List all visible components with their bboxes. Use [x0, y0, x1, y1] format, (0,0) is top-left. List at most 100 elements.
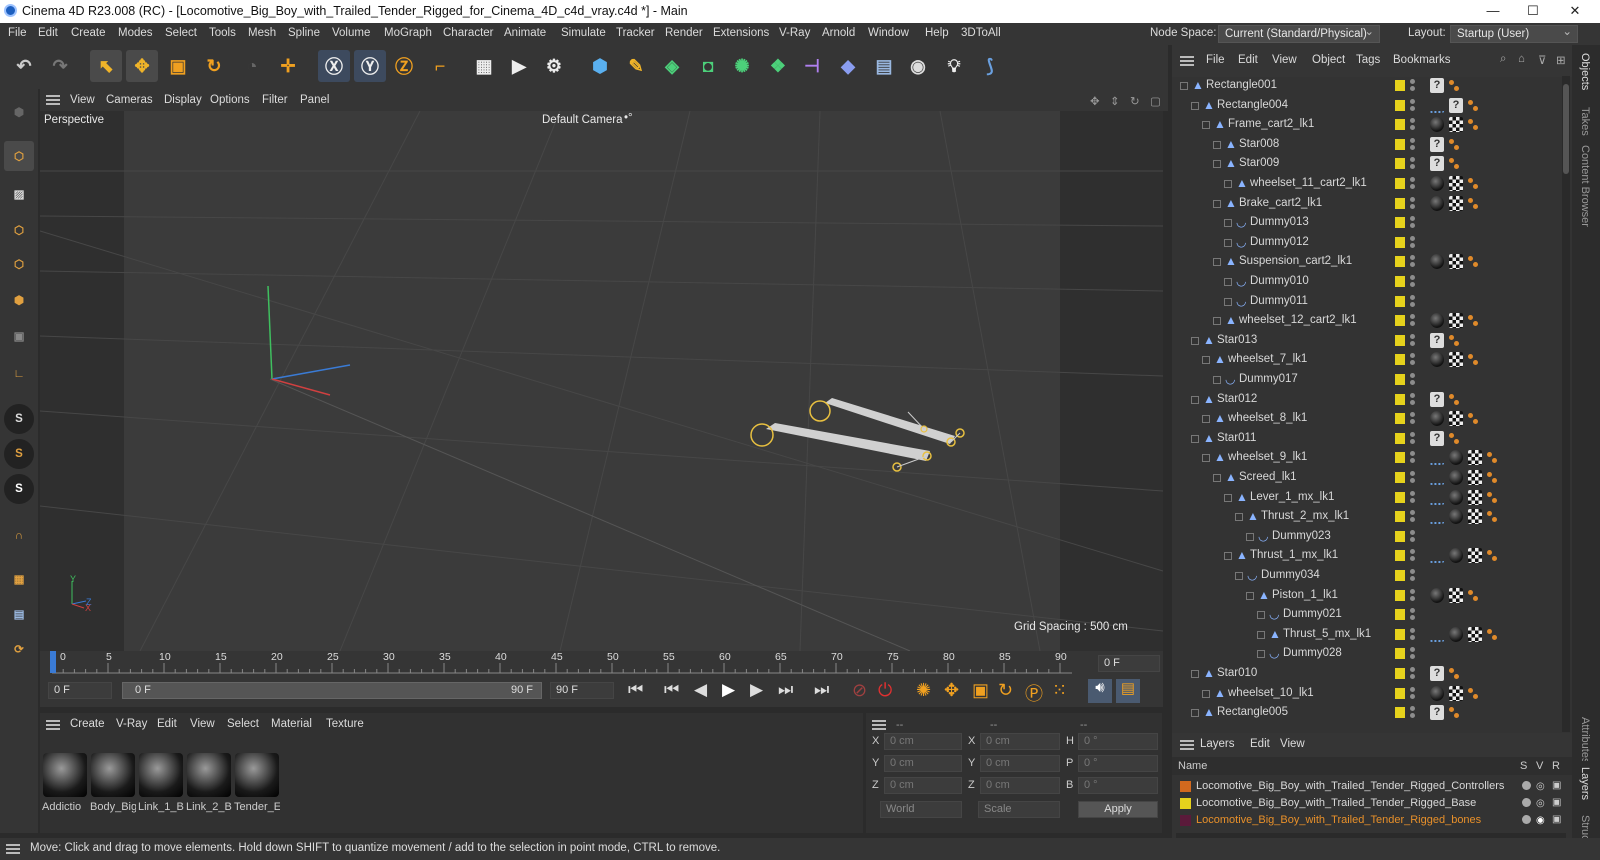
layer-color-indicator[interactable] [1395, 609, 1405, 621]
z-axis-lock-icon[interactable]: Ⓩ [388, 50, 420, 82]
layer-color-indicator[interactable] [1395, 256, 1405, 268]
xpresso-tag-icon[interactable] [1487, 450, 1497, 465]
menu-simulate[interactable]: Simulate [561, 27, 606, 39]
viewport-rotate-icon[interactable]: ↻ [1130, 94, 1140, 108]
texture-tag-icon[interactable] [1449, 313, 1463, 329]
material-tag-icon[interactable] [1430, 685, 1444, 701]
magnet-icon[interactable]: ∩ [4, 521, 34, 551]
layer-color-indicator[interactable] [1395, 668, 1405, 679]
object-name[interactable]: Star011 [1217, 432, 1256, 444]
object-row[interactable]: ▲ wheelset_7_lk1 [1172, 350, 1562, 370]
texture-tag-icon[interactable] [1468, 626, 1482, 642]
menu-render[interactable]: Render [665, 27, 703, 39]
object-name[interactable]: Star012 [1217, 393, 1257, 405]
viewport-menu-icon[interactable] [46, 95, 60, 105]
texture-tag-icon[interactable] [1468, 509, 1482, 525]
record-keys-icon[interactable]: ⊘ [852, 680, 867, 701]
object-name[interactable]: Piston_1_lk1 [1272, 589, 1338, 601]
object-name[interactable]: wheelset_12_cart2_lk1 [1239, 314, 1357, 326]
material-tag-icon[interactable] [1449, 450, 1463, 466]
layer-menu-view[interactable]: View [1280, 738, 1305, 750]
object-row[interactable]: ▲ wheelset_10_lk1 [1172, 684, 1562, 704]
object-row[interactable]: ▲ Star008? [1172, 135, 1562, 155]
object-name[interactable]: Thrust_1_mx_lk1 [1250, 549, 1338, 561]
axis-move-icon[interactable]: ✛ [272, 50, 304, 82]
object-name[interactable]: Dummy010 [1250, 275, 1309, 287]
texture-tag-icon[interactable] [1449, 176, 1463, 191]
menu-create[interactable]: Create [71, 27, 106, 39]
object-name[interactable]: Dummy023 [1272, 530, 1331, 542]
coord-system-select[interactable]: World [880, 801, 962, 818]
xpresso-tag-icon[interactable] [1449, 666, 1459, 681]
size-x-field[interactable]: 0 cm [980, 733, 1060, 750]
visibility-dots-icon[interactable] [1410, 137, 1415, 151]
vp-menu-options[interactable]: Options [210, 94, 250, 106]
layer-solo-icon[interactable] [1522, 815, 1531, 824]
layer-color-indicator[interactable] [1395, 217, 1405, 229]
object-row[interactable]: ▲ Piston_1_lk1 [1172, 586, 1562, 606]
light-icon[interactable]: 💡︎ [938, 50, 970, 82]
rot-h-field[interactable]: 0 ° [1078, 733, 1158, 750]
om-menu-edit[interactable]: Edit [1238, 54, 1258, 66]
expand-toggle-icon[interactable] [1213, 140, 1221, 149]
layer-color-indicator[interactable] [1395, 589, 1405, 601]
layer-color-indicator[interactable] [1395, 158, 1405, 170]
object-row[interactable]: ▲ Suspension_cart2_lk1 [1172, 252, 1562, 272]
texture-tag-icon[interactable] [1468, 548, 1482, 564]
unknown-tag-icon[interactable]: ? [1430, 136, 1444, 152]
xpresso-tag-icon[interactable] [1487, 548, 1497, 563]
object-row[interactable]: ▲ Star010? [1172, 664, 1562, 684]
layer-color-indicator[interactable] [1395, 138, 1405, 150]
object-row[interactable]: ▲ Screed_lk1 [1172, 468, 1562, 488]
xpresso-tag-icon[interactable] [1487, 470, 1497, 485]
python-icon[interactable]: ⟆ [974, 50, 1006, 82]
texture-tag-icon[interactable] [1449, 195, 1463, 211]
xpresso-tag-icon[interactable] [1468, 176, 1478, 191]
layer-color-indicator[interactable] [1395, 276, 1405, 287]
tab-takes[interactable]: Takes [1579, 107, 1591, 136]
layer-color-swatch[interactable] [1180, 815, 1191, 826]
visibility-dots-icon[interactable] [1410, 275, 1415, 288]
unknown-tag-icon[interactable]: ? [1430, 666, 1444, 681]
menu-animate[interactable]: Animate [504, 27, 546, 39]
node-space-select[interactable]: Current (Standard/Physical) [1218, 24, 1380, 43]
menu-window[interactable]: Window [868, 27, 909, 39]
vp-menu-panel[interactable]: Panel [300, 94, 329, 106]
deformer-icon[interactable]: ⊣ [796, 50, 828, 82]
object-row[interactable]: ◡ Dummy017 [1172, 370, 1562, 390]
xpresso-tag-icon[interactable] [1449, 137, 1459, 152]
layer-color-indicator[interactable] [1395, 315, 1405, 327]
layer-color-indicator[interactable] [1395, 374, 1405, 385]
point-level-key-icon[interactable]: ⁙ [1052, 680, 1067, 701]
previous-key-icon[interactable]: ⏮ [664, 680, 679, 700]
material-swatch[interactable] [139, 753, 183, 797]
mat-menu-view[interactable]: View [190, 718, 215, 730]
visibility-dots-icon[interactable] [1410, 98, 1415, 112]
visibility-dots-icon[interactable] [1410, 431, 1415, 445]
floor-icon[interactable]: ▤ [868, 50, 900, 82]
layer-color-indicator[interactable] [1395, 530, 1405, 542]
material-tag-icon[interactable] [1449, 626, 1463, 642]
keyframe-selection-icon[interactable]: ✺ [916, 680, 931, 701]
visibility-dots-icon[interactable] [1410, 157, 1415, 170]
workplane-lock-icon[interactable]: ▤ [4, 599, 34, 629]
expand-toggle-icon[interactable] [1224, 238, 1232, 247]
expand-toggle-icon[interactable] [1202, 689, 1210, 698]
tab-objects[interactable]: Objects [1579, 53, 1591, 90]
xpresso-tag-icon[interactable] [1468, 98, 1478, 113]
visibility-dots-icon[interactable] [1410, 118, 1415, 131]
mat-menu-select[interactable]: Select [227, 718, 259, 730]
visibility-dots-icon[interactable] [1410, 373, 1415, 386]
frame-range-slider[interactable]: 0 F 90 F [122, 682, 542, 699]
om-new-window-icon[interactable]: ⊞ [1556, 53, 1566, 67]
menu-spline[interactable]: Spline [288, 27, 320, 39]
viewport-dolly-icon[interactable]: ⇕ [1110, 94, 1120, 108]
ik-tag-icon[interactable] [1430, 627, 1444, 642]
object-name[interactable]: Dummy034 [1261, 569, 1320, 581]
default-camera-label[interactable]: Default Camera [542, 114, 623, 126]
expand-toggle-icon[interactable] [1213, 317, 1221, 326]
previous-frame-icon[interactable]: ◀ [694, 680, 707, 700]
expand-toggle-icon[interactable] [1213, 258, 1221, 267]
parameter-key-icon[interactable]: Ⓟ [1025, 680, 1043, 706]
quantize-icon[interactable]: ⟳ [4, 634, 34, 664]
